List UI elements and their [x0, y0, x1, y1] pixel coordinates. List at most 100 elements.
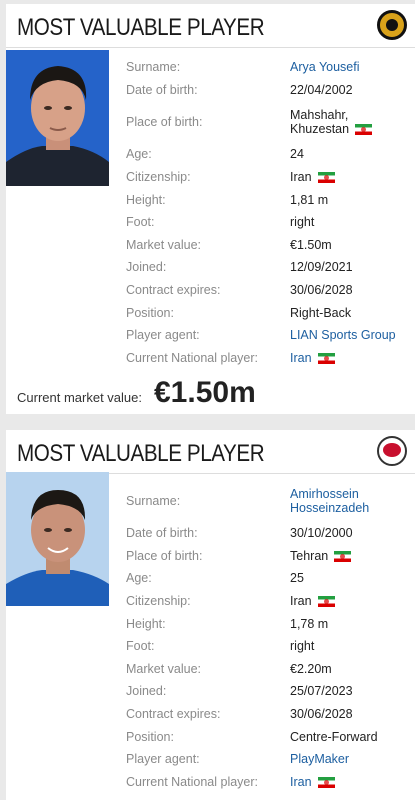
info-row: Place of birth: Tehran [126, 545, 409, 568]
iran-flag-icon [317, 777, 335, 789]
info-label: Citizenship: [126, 594, 191, 609]
info-value: 1,78 m [290, 617, 409, 631]
info-value: 12/09/2021 [290, 260, 409, 274]
info-row: Joined: 25/07/2023 [126, 680, 409, 703]
info-value-text: 25 [290, 571, 304, 586]
info-row: Market value: €2.20m [126, 658, 409, 681]
info-value-text: Tehran [290, 548, 329, 563]
info-value-text: Centre-Forward [290, 729, 378, 744]
info-value-text: 22/04/2002 [290, 82, 353, 97]
info-label: Foot: [126, 639, 155, 654]
info-value: 30/10/2000 [290, 526, 409, 540]
info-label: Position: [126, 305, 174, 320]
iran-flag-icon [317, 596, 335, 608]
info-label: Date of birth: [126, 82, 198, 97]
info-label: Date of birth: [126, 526, 198, 541]
info-value: 1,81 m [290, 193, 409, 207]
info-label: Place of birth: [126, 548, 203, 563]
persepolis-logo-icon [377, 436, 407, 466]
info-label: Age: [126, 147, 152, 162]
info-value-text: 1,78 m [290, 616, 329, 631]
info-label: Current National player: [126, 774, 259, 789]
info-link[interactable]: Amirhossein Hosseinzadeh [290, 487, 409, 515]
info-label: Citizenship: [126, 170, 191, 185]
info-row: Height: 1,78 m [126, 612, 409, 635]
player-info-table: Surname: Arya Yousefi Date of birth: 22/04/… [126, 56, 409, 369]
info-value: Mahshahr, Khuzestan [290, 108, 409, 136]
info-value: Tehran [290, 549, 409, 563]
info-value-text: 30/06/2028 [290, 283, 353, 298]
info-link[interactable]: LIAN Sports Group [290, 328, 409, 342]
info-label: Contract expires: [126, 283, 221, 298]
info-value-text: Amirhossein Hosseinzadeh [290, 487, 370, 515]
info-value: €1.50m [290, 238, 409, 252]
card-title: MOST VALUABLE PLAYER [17, 14, 265, 41]
card-title: MOST VALUABLE PLAYER [17, 440, 265, 467]
current-market-value: Current market value: €1.50m [17, 376, 256, 410]
info-row: Place of birth: Mahshahr, Khuzestan [126, 101, 409, 143]
info-row: Market value: €1.50m [126, 234, 409, 257]
info-value-text: 1,81 m [290, 192, 329, 207]
sepahan-logo-icon [377, 10, 407, 40]
info-row: Citizenship: Iran [126, 590, 409, 613]
info-value-text: 30/06/2028 [290, 707, 353, 722]
iran-flag-icon [317, 353, 335, 365]
info-link[interactable]: PlayMaker [290, 752, 409, 766]
info-link[interactable]: Iran [290, 775, 409, 789]
player-card-2: MOST VALUABLE PLAYER Surname: Amirhossein… [6, 430, 415, 800]
info-row: Date of birth: 30/10/2000 [126, 522, 409, 545]
info-row: Contract expires: 30/06/2028 [126, 703, 409, 726]
info-value: 25 [290, 571, 409, 585]
info-value: right [290, 215, 409, 229]
info-row: Position: Right-Back [126, 301, 409, 324]
info-link[interactable]: Arya Yousefi [290, 60, 409, 74]
info-label: Market value: [126, 237, 202, 252]
info-row: Surname: Amirhossein Hosseinzadeh [126, 480, 409, 522]
info-row: Player agent: LIAN Sports Group [126, 324, 409, 347]
info-value: Iran [290, 594, 409, 608]
info-row: Foot: right [126, 211, 409, 234]
info-value-text: 25/07/2023 [290, 684, 353, 699]
info-link[interactable]: Iran [290, 351, 409, 365]
info-row: Current National player: Iran [126, 771, 409, 794]
info-value-text: Iran [290, 350, 312, 365]
info-row: Player agent: PlayMaker [126, 748, 409, 771]
info-value: 30/06/2028 [290, 707, 409, 721]
info-value: 22/04/2002 [290, 83, 409, 97]
info-row: Foot: right [126, 635, 409, 658]
info-label: Current National player: [126, 350, 259, 365]
info-value-text: right [290, 215, 315, 230]
info-value: right [290, 639, 409, 653]
info-label: Height: [126, 192, 166, 207]
info-row: Joined: 12/09/2021 [126, 256, 409, 279]
info-value-text: Iran [290, 594, 312, 609]
info-value: Right-Back [290, 306, 409, 320]
info-value: 30/06/2028 [290, 283, 409, 297]
info-value-text: Iran [290, 774, 312, 789]
player-photo [6, 50, 109, 186]
current-market-value-label: Current market value: [17, 390, 142, 405]
info-label: Height: [126, 616, 166, 631]
info-label: Age: [126, 571, 152, 586]
info-value-text: 30/10/2000 [290, 526, 353, 541]
info-value: €2.20m [290, 662, 409, 676]
iran-flag-icon [355, 124, 373, 136]
iran-flag-icon [334, 551, 352, 563]
info-label: Surname: [126, 60, 181, 75]
player-photo [6, 472, 109, 606]
info-value-text: 12/09/2021 [290, 260, 353, 275]
info-row: Current National player: Iran [126, 347, 409, 370]
info-label: Foot: [126, 215, 155, 230]
info-row: Surname: Arya Yousefi [126, 56, 409, 79]
info-label: Joined: [126, 684, 167, 699]
info-value-text: 24 [290, 147, 304, 162]
info-value: 25/07/2023 [290, 684, 409, 698]
info-value-text: Arya Yousefi [290, 60, 360, 75]
info-row: Height: 1,81 m [126, 188, 409, 211]
card-header: MOST VALUABLE PLAYER [6, 4, 415, 48]
info-value-text: €2.20m [290, 661, 332, 676]
info-row: Citizenship: Iran [126, 166, 409, 189]
info-value-text: PlayMaker [290, 752, 350, 767]
iran-flag-icon [317, 172, 335, 184]
info-label: Position: [126, 729, 174, 744]
